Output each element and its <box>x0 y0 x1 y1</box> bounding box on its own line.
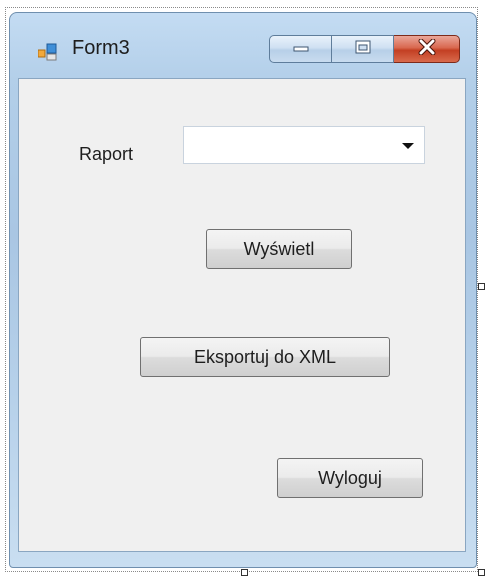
dropdown-arrow-icon[interactable] <box>402 143 414 149</box>
resize-handle-bottom[interactable] <box>241 569 248 576</box>
form-client-area: Raport Wyświetl Eksportuj do XML Wyloguj <box>18 78 466 552</box>
form-icon <box>37 43 58 61</box>
minimize-icon <box>292 40 310 58</box>
close-icon <box>417 38 437 60</box>
form-window: Form3 Raport Wyświetl Eksportuj do XML W… <box>9 12 477 568</box>
raport-label: Raport <box>79 144 134 164</box>
maximize-icon <box>354 40 372 59</box>
minimize-button[interactable] <box>269 35 332 63</box>
close-button[interactable] <box>394 35 460 63</box>
title-bar[interactable]: Form3 <box>10 13 476 75</box>
logout-button[interactable]: Wyloguj <box>277 458 423 498</box>
window-title: Form3 <box>72 37 130 59</box>
resize-handle-corner[interactable] <box>478 569 485 576</box>
export-xml-button[interactable]: Eksportuj do XML <box>140 337 390 377</box>
show-button[interactable]: Wyświetl <box>206 229 352 269</box>
window-controls <box>269 35 460 63</box>
resize-handle-right[interactable] <box>478 283 485 290</box>
maximize-button[interactable] <box>332 35 394 63</box>
raport-combobox[interactable] <box>183 126 425 164</box>
